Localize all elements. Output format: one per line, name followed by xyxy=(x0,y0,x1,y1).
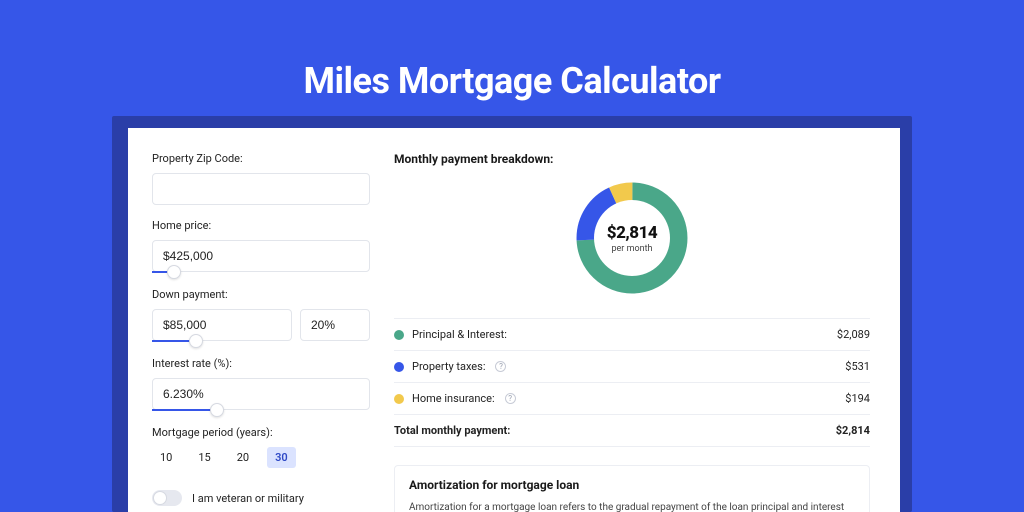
amortization-text: Amortization for a mortgage loan refers … xyxy=(409,500,855,512)
home-price-input[interactable] xyxy=(152,240,370,272)
period-option-15[interactable]: 15 xyxy=(190,447,218,468)
form-column: Property Zip Code: Home price: Down paym… xyxy=(128,128,394,512)
legend-row: Property taxes:? $531 xyxy=(394,351,870,383)
period-option-30[interactable]: 30 xyxy=(267,447,296,468)
veteran-label: I am veteran or military xyxy=(192,492,304,505)
breakdown-legend: Principal & Interest: $2,089 Property taxe… xyxy=(394,318,870,447)
rate-slider[interactable] xyxy=(152,408,370,416)
donut-center-sub: per month xyxy=(611,244,652,254)
home-price-label: Home price: xyxy=(152,219,370,232)
down-payment-pct-input[interactable] xyxy=(300,309,370,341)
amortization-heading: Amortization for mortgage loan xyxy=(409,478,855,492)
amortization-card: Amortization for mortgage loan Amortizat… xyxy=(394,465,870,512)
legend-value: $531 xyxy=(845,360,870,373)
legend-value: $2,089 xyxy=(837,328,870,341)
breakdown-donut-chart: $2,814 per month xyxy=(572,178,692,298)
legend-total-label: Total monthly payment: xyxy=(394,424,510,437)
legend-total-value: $2,814 xyxy=(836,424,870,437)
down-payment-label: Down payment: xyxy=(152,288,370,301)
period-label: Mortgage period (years): xyxy=(152,426,370,439)
down-payment-input[interactable] xyxy=(152,309,292,341)
rate-input[interactable] xyxy=(152,378,370,410)
home-price-slider[interactable] xyxy=(152,270,370,278)
breakdown-heading: Monthly payment breakdown: xyxy=(394,152,870,166)
donut-center-amount: $2,814 xyxy=(607,223,657,243)
legend-swatch xyxy=(394,330,404,340)
period-group: 10 15 20 30 xyxy=(152,447,370,468)
legend-value: $194 xyxy=(845,392,870,405)
legend-label: Property taxes: xyxy=(412,360,485,373)
help-icon[interactable]: ? xyxy=(505,393,516,404)
veteran-toggle[interactable] xyxy=(152,490,182,506)
zip-label: Property Zip Code: xyxy=(152,152,370,165)
rate-label: Interest rate (%): xyxy=(152,357,370,370)
legend-label: Home insurance: xyxy=(412,392,495,405)
page-title: Miles Mortgage Calculator xyxy=(0,60,1024,102)
help-icon[interactable]: ? xyxy=(495,361,506,372)
breakdown-column: Monthly payment breakdown: $2,814 per mo… xyxy=(394,128,900,512)
legend-label: Principal & Interest: xyxy=(412,328,507,341)
period-option-10[interactable]: 10 xyxy=(152,447,180,468)
period-option-20[interactable]: 20 xyxy=(229,447,257,468)
legend-total-row: Total monthly payment: $2,814 xyxy=(394,415,870,447)
legend-swatch xyxy=(394,394,404,404)
zip-input[interactable] xyxy=(152,173,370,205)
legend-row: Home insurance:? $194 xyxy=(394,383,870,415)
calculator-panel: Property Zip Code: Home price: Down paym… xyxy=(128,128,900,512)
legend-row: Principal & Interest: $2,089 xyxy=(394,319,870,351)
legend-swatch xyxy=(394,362,404,372)
down-payment-slider[interactable] xyxy=(152,339,370,347)
